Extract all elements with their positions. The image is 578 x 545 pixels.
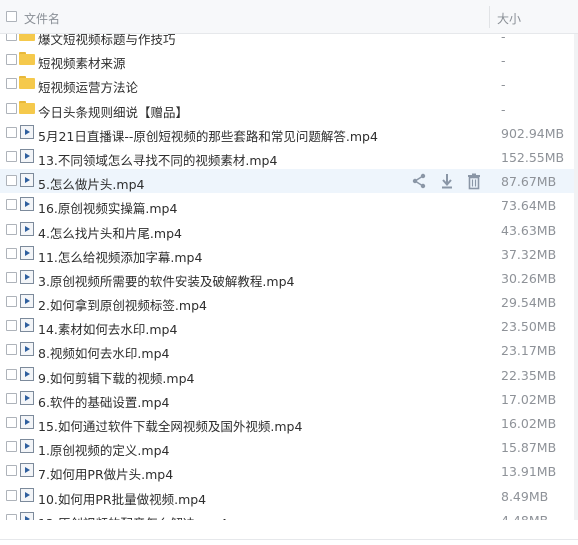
row-checkbox[interactable]: [6, 489, 17, 501]
row-checkbox[interactable]: [6, 54, 17, 66]
file-size: 4.48MB: [501, 513, 548, 520]
row-checkbox[interactable]: [6, 465, 17, 477]
file-size: 8.49MB: [501, 488, 549, 504]
file-row[interactable]: 3.原创视频所需要的软件安装及破解教程.mp4 30.26MB: [0, 266, 578, 290]
row-checkbox[interactable]: [6, 34, 17, 41]
file-name[interactable]: 7.如何用PR做片头.mp4: [38, 464, 173, 483]
file-name[interactable]: 9.如何剪辑下载的视频.mp4: [38, 368, 194, 387]
list-header: 文件名 大小: [0, 0, 578, 34]
file-row[interactable]: 今日头条规则细说【赠品】 -: [0, 97, 578, 121]
file-name[interactable]: 3.原创视频所需要的软件安装及破解教程.mp4: [38, 271, 294, 290]
download-icon[interactable]: [438, 172, 456, 190]
file-size: 15.87MB: [501, 440, 557, 456]
file-row[interactable]: 2.如何拿到原创视频标签.mp4 29.54MB: [0, 290, 578, 314]
row-checkbox[interactable]: [6, 368, 17, 380]
scrollbar[interactable]: [574, 34, 578, 520]
column-header-name[interactable]: 文件名: [24, 10, 60, 27]
file-row[interactable]: 8.视频如何去水印.mp4 23.17MB: [0, 338, 578, 362]
file-size: 17.02MB: [501, 391, 557, 407]
file-size: 23.17MB: [501, 343, 557, 359]
file-size: 902.94MB: [501, 125, 565, 141]
file-row[interactable]: 1.原创视频的定义.mp4 15.87MB: [0, 435, 578, 459]
file-size: -: [501, 101, 506, 117]
row-checkbox[interactable]: [6, 344, 17, 356]
list-footer: [0, 520, 578, 545]
file-name[interactable]: 短视频素材来源: [38, 53, 126, 72]
file-rows: 爆文短视频标题与作技巧 - 短视频素材来源 - 短视频运营方法论 - 今日头条规则细说【赠品…: [0, 34, 578, 520]
file-size: 13.91MB: [501, 464, 557, 480]
row-checkbox[interactable]: [6, 296, 17, 308]
file-browser: 文件名 大小 爆文短视频标题与作技巧 - 短视频素材来源 - 短视频运营方法论 - 今日头条…: [0, 0, 578, 545]
file-row[interactable]: 短视频素材来源 -: [0, 48, 578, 72]
row-checkbox[interactable]: [6, 126, 17, 138]
file-row[interactable]: 7.如何用PR做片头.mp4 13.91MB: [0, 459, 578, 483]
file-size: 22.35MB: [501, 367, 557, 383]
row-checkbox[interactable]: [6, 417, 17, 428]
file-name[interactable]: 2.如何拿到原创视频标签.mp4: [38, 295, 207, 314]
file-row[interactable]: 10.如何用PR批量做视频.mp4 8.49MB: [0, 484, 578, 508]
file-size: 43.63MB: [501, 222, 557, 238]
file-size: 16.02MB: [501, 416, 557, 431]
share-icon[interactable]: [410, 172, 428, 190]
column-divider: [489, 6, 490, 28]
row-checkbox[interactable]: [6, 392, 17, 404]
file-name[interactable]: 1.原创视频的定义.mp4: [38, 440, 169, 459]
file-name[interactable]: 4.怎么找片头和片尾.mp4: [38, 223, 182, 242]
row-checkbox[interactable]: [6, 78, 17, 90]
file-row[interactable]: 短视频运营方法论 -: [0, 72, 578, 96]
file-name[interactable]: 6.软件的基础设置.mp4: [38, 392, 169, 411]
row-checkbox[interactable]: [6, 271, 17, 283]
row-checkbox[interactable]: [6, 441, 17, 453]
file-name[interactable]: 5月21日直播课--原创短视频的那些套路和常见问题解答.mp4: [38, 126, 378, 145]
file-size: 23.50MB: [501, 319, 557, 335]
file-list: 爆文短视频标题与作技巧 - 短视频素材来源 - 短视频运营方法论 - 今日头条规则细说【赠品…: [0, 34, 578, 520]
file-row[interactable]: 14.素材如何去水印.mp4 23.50MB: [0, 314, 578, 338]
delete-icon[interactable]: [465, 172, 483, 190]
file-name[interactable]: 13.不同领域怎么寻找不同的视频素材.mp4: [38, 150, 277, 169]
file-size: -: [501, 53, 506, 69]
file-row[interactable]: 15.如何通过软件下载全网视频及国外视频.mp4 16.02MB: [0, 411, 578, 435]
file-row[interactable]: 5月21日直播课--原创短视频的那些套路和常见问题解答.mp4 902.94MB: [0, 121, 578, 145]
file-row[interactable]: 4.怎么找片头和片尾.mp4 43.63MB: [0, 218, 578, 242]
file-size: -: [501, 34, 506, 44]
row-checkbox[interactable]: [6, 223, 17, 235]
file-size: 30.26MB: [501, 270, 557, 286]
file-row[interactable]: 13.不同领域怎么寻找不同的视频素材.mp4 152.55MB: [0, 145, 578, 169]
row-checkbox[interactable]: [6, 150, 17, 162]
file-row[interactable]: 6.软件的基础设置.mp4 17.02MB: [0, 387, 578, 411]
file-name[interactable]: 10.如何用PR批量做视频.mp4: [38, 489, 206, 508]
row-checkbox[interactable]: [6, 102, 17, 114]
file-name[interactable]: 16.原创视频实操篇.mp4: [38, 198, 177, 217]
file-name[interactable]: 14.素材如何去水印.mp4: [38, 319, 177, 338]
row-actions: [410, 172, 485, 190]
file-name[interactable]: 12.原创视频的配音怎么解决.mp4: [38, 513, 227, 520]
row-checkbox[interactable]: [6, 320, 17, 332]
file-size: 73.64MB: [501, 198, 557, 214]
file-row[interactable]: 5.怎么做片头.mp4 87.67MB: [0, 169, 578, 194]
row-checkbox[interactable]: [6, 175, 17, 187]
file-name[interactable]: 5.怎么做片头.mp4: [38, 174, 144, 193]
row-checkbox[interactable]: [6, 247, 17, 259]
row-checkbox[interactable]: [6, 199, 17, 211]
file-name[interactable]: 今日头条规则细说【赠品】: [38, 102, 188, 121]
file-row[interactable]: 12.原创视频的配音怎么解决.mp4 4.48MB: [0, 508, 578, 520]
file-row[interactable]: 爆文短视频标题与作技巧 -: [0, 34, 578, 48]
file-row[interactable]: 16.原创视频实操篇.mp4 73.64MB: [0, 193, 578, 217]
file-name[interactable]: 爆文短视频标题与作技巧: [38, 34, 176, 48]
divider: [0, 539, 578, 540]
select-all-checkbox[interactable]: [6, 11, 17, 22]
file-row[interactable]: 9.如何剪辑下载的视频.mp4 22.35MB: [0, 363, 578, 387]
column-header-size[interactable]: 大小: [497, 10, 521, 27]
file-row[interactable]: 11.怎么给视频添加字幕.mp4 37.32MB: [0, 242, 578, 266]
file-size: 87.67MB: [501, 174, 557, 190]
file-size: 37.32MB: [501, 246, 557, 262]
file-name[interactable]: 8.视频如何去水印.mp4: [38, 343, 169, 362]
file-name[interactable]: 短视频运营方法论: [38, 77, 138, 96]
file-name[interactable]: 11.怎么给视频添加字幕.mp4: [38, 247, 202, 266]
file-size: -: [501, 77, 506, 93]
file-size: 29.54MB: [501, 295, 557, 311]
file-size: 152.55MB: [501, 149, 565, 165]
file-name[interactable]: 15.如何通过软件下载全网视频及国外视频.mp4: [38, 416, 302, 435]
